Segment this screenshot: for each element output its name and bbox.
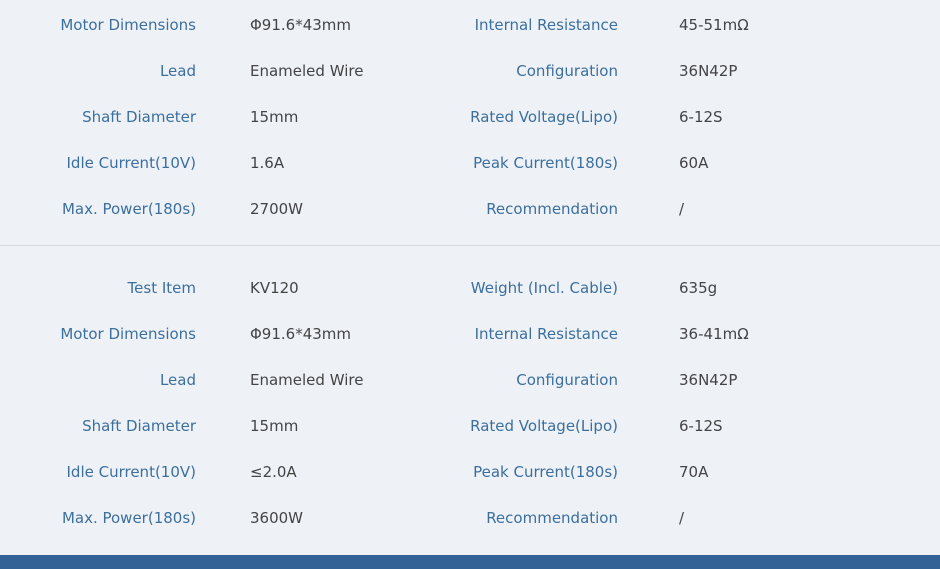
spec-value: KV120 <box>250 279 299 297</box>
spec-label: Shaft Diameter <box>82 108 196 126</box>
spec-label: Max. Power(180s) <box>61 509 196 527</box>
spec-label: Max. Power(180s) <box>61 200 196 218</box>
spec-row: Lead Enameled Wire Configuration 36N42P <box>0 48 940 94</box>
spec-label: Idle Current(10V) <box>66 463 197 481</box>
spec-value: 45-51mΩ <box>679 16 749 34</box>
section-divider <box>0 245 940 246</box>
spec-label: Shaft Diameter <box>82 417 196 435</box>
spec-label: Lead <box>159 62 196 80</box>
spec-row: Lead Enameled Wire Configuration 36N42P <box>0 357 940 403</box>
spec-row: Test Item KV120 Weight (Incl. Cable) 635… <box>0 265 940 311</box>
spec-value: 70A <box>679 463 709 481</box>
spec-label: Rated Voltage(Lipo) <box>470 417 618 435</box>
spec-value: Enameled Wire <box>250 62 364 80</box>
spec-row: Max. Power(180s) 2700W Recommendation / <box>0 186 940 232</box>
spec-value: 6-12S <box>679 417 723 435</box>
spec-label: Configuration <box>516 62 618 80</box>
spec-value: / <box>679 509 685 527</box>
spec-value: / <box>679 200 685 218</box>
spec-label: Rated Voltage(Lipo) <box>470 108 618 126</box>
spec-label: Peak Current(180s) <box>473 154 618 172</box>
spec-label: Internal Resistance <box>474 16 618 34</box>
spec-value: 15mm <box>250 108 299 126</box>
spec-row: Motor Dimensions Φ91.6*43mm Internal Res… <box>0 311 940 357</box>
spec-value: Φ91.6*43mm <box>250 325 352 343</box>
spec-value: 36N42P <box>679 62 738 80</box>
spec-label: Configuration <box>516 371 618 389</box>
spec-row: Idle Current(10V) ≤2.0A Peak Current(180… <box>0 449 940 495</box>
spec-value: 635g <box>679 279 718 297</box>
spec-label: Motor Dimensions <box>60 325 196 343</box>
spec-value: 1.6A <box>250 154 285 172</box>
spec-value: 2700W <box>250 200 304 218</box>
spec-row: Max. Power(180s) 3600W Recommendation / <box>0 495 940 541</box>
spec-label: Test Item <box>127 279 196 297</box>
spec-row: Idle Current(10V) 1.6A Peak Current(180s… <box>0 140 940 186</box>
spec-value: 36-41mΩ <box>679 325 749 343</box>
spec-value: ≤2.0A <box>250 463 297 481</box>
spec-label: Internal Resistance <box>474 325 618 343</box>
spec-label: Lead <box>159 371 196 389</box>
spec-label: Peak Current(180s) <box>473 463 618 481</box>
spec-value: 36N42P <box>679 371 738 389</box>
spec-value: Enameled Wire <box>250 371 364 389</box>
bottom-bar <box>0 555 940 569</box>
spec-row: Shaft Diameter 15mm Rated Voltage(Lipo) … <box>0 403 940 449</box>
spec-label: Recommendation <box>486 509 618 527</box>
spec-value: 6-12S <box>679 108 723 126</box>
spec-row: Shaft Diameter 15mm Rated Voltage(Lipo) … <box>0 94 940 140</box>
spec-label: Recommendation <box>486 200 618 218</box>
spec-label: Idle Current(10V) <box>66 154 197 172</box>
spec-value: 15mm <box>250 417 299 435</box>
spec-row: Motor Dimensions Φ91.6*43mm Internal Res… <box>0 2 940 48</box>
spec-value: 3600W <box>250 509 304 527</box>
spec-label: Motor Dimensions <box>60 16 196 34</box>
spec-value: 60A <box>679 154 709 172</box>
spec-label: Weight (Incl. Cable) <box>470 279 618 297</box>
spec-value: Φ91.6*43mm <box>250 16 352 34</box>
